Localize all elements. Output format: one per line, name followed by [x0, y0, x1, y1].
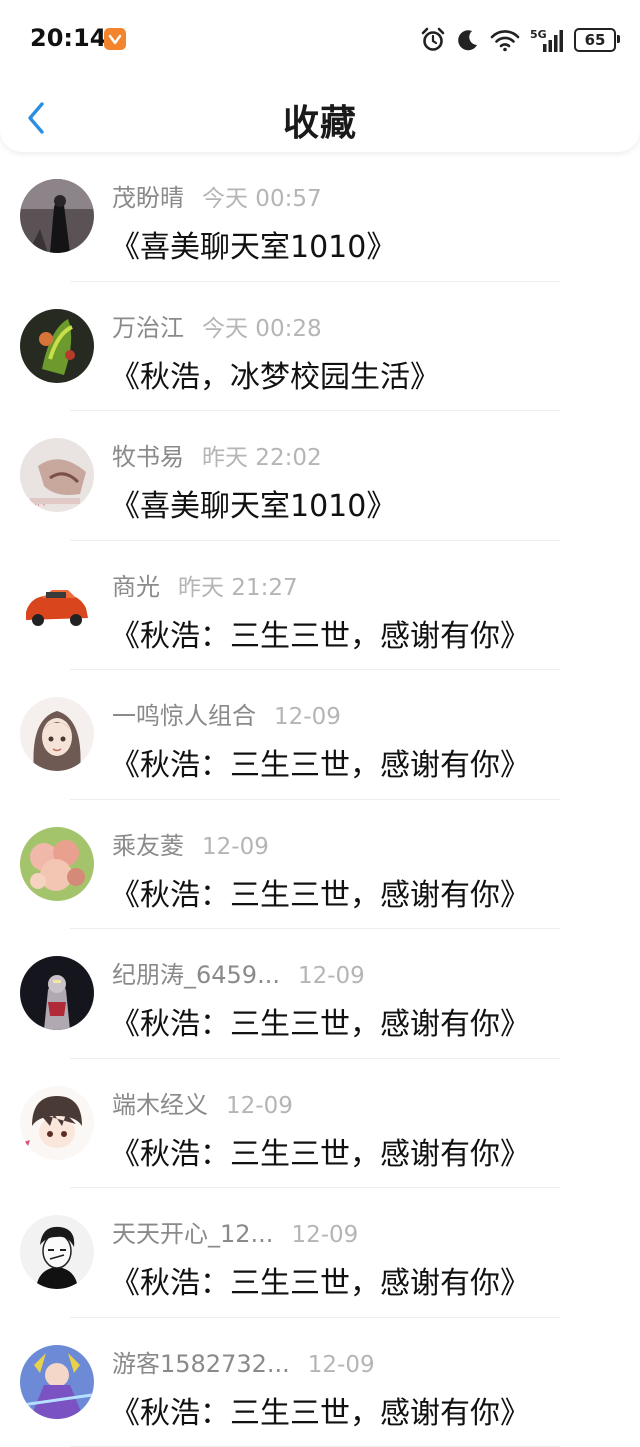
timestamp: 今天 00:28: [202, 309, 322, 343]
item-meta: 一鸣惊人组合 12-09: [112, 696, 341, 728]
item-meta: 乘友菱 12-09: [112, 826, 269, 858]
favorite-item[interactable]: 天天开心_12... 12-09 《秋浩：三生三世，感谢有你》: [0, 1188, 640, 1318]
favorite-item[interactable]: 端木经义 12-09 《秋浩：三生三世，感谢有你》: [0, 1059, 640, 1189]
wifi-icon: [490, 28, 520, 52]
avatar[interactable]: [20, 309, 94, 383]
room-name[interactable]: 《喜美聊天室1010》: [110, 222, 396, 266]
alarm-icon: [420, 27, 446, 53]
status-bar: 20:14 5G: [0, 0, 640, 80]
username: 乘友菱: [112, 826, 184, 861]
room-name[interactable]: 《秋浩：三生三世，感谢有你》: [110, 1258, 530, 1302]
item-meta: 商光昨天 21:27: [112, 567, 298, 599]
favorite-item[interactable]: 万治江今天 00:28 《秋浩，冰梦校园生活》: [0, 282, 640, 412]
avatar[interactable]: [20, 827, 94, 901]
favorite-item[interactable]: 游客1582732... 12-09 《秋浩：三生三世，感谢有你》: [0, 1318, 640, 1447]
app-notification-icon: [104, 28, 126, 50]
favorite-item[interactable]: 一鸣惊人组合 12-09 《秋浩：三生三世，感谢有你》: [0, 670, 640, 800]
room-name[interactable]: 《秋浩：三生三世，感谢有你》: [110, 740, 530, 784]
room-name[interactable]: 《秋浩，冰梦校园生活》: [110, 352, 440, 396]
item-meta: 万治江今天 00:28: [112, 308, 322, 340]
moon-icon: [456, 28, 480, 52]
avatar[interactable]: [20, 1345, 94, 1419]
username: 纪朋涛_6459...: [112, 955, 280, 990]
timestamp: 12-09: [308, 1352, 375, 1378]
page-title: 收藏: [0, 94, 640, 146]
avatar[interactable]: [20, 1215, 94, 1289]
timestamp: 今天 00:57: [202, 179, 322, 213]
item-meta: 端木经义 12-09: [112, 1085, 293, 1117]
item-meta: 纪朋涛_6459... 12-09: [112, 955, 365, 987]
timestamp: 12-09: [202, 834, 269, 860]
avatar[interactable]: [20, 956, 94, 1030]
username: 茂盼晴: [112, 178, 184, 213]
item-meta: 天天开心_12... 12-09: [112, 1214, 358, 1246]
username: 天天开心_12...: [112, 1214, 273, 1249]
username: 牧书易: [112, 437, 184, 472]
favorite-item[interactable]: 茂盼晴今天 00:57 《喜美聊天室1010》: [0, 152, 640, 282]
avatar[interactable]: [20, 1086, 94, 1160]
username: 商光: [112, 567, 160, 602]
avatar[interactable]: ·· ·: [20, 438, 94, 512]
timestamp: 12-09: [291, 1222, 358, 1248]
svg-text:·· ·: ·· ·: [34, 501, 45, 511]
timestamp: 12-09: [226, 1093, 293, 1119]
timestamp: 12-09: [274, 704, 341, 730]
timestamp: 12-09: [298, 963, 365, 989]
favorite-item[interactable]: ·· · 牧书易昨天 22:02 《喜美聊天室1010》: [0, 411, 640, 541]
favorite-item[interactable]: 商光昨天 21:27 《秋浩：三生三世，感谢有你》: [0, 541, 640, 671]
avatar[interactable]: [20, 568, 94, 642]
username: 端木经义: [112, 1085, 208, 1120]
room-name[interactable]: 《秋浩：三生三世，感谢有你》: [110, 1129, 530, 1173]
avatar[interactable]: [20, 697, 94, 771]
item-meta: 牧书易昨天 22:02: [112, 437, 322, 469]
room-name[interactable]: 《秋浩：三生三世，感谢有你》: [110, 870, 530, 914]
timestamp: 昨天 21:27: [178, 568, 298, 602]
favorites-list: 茂盼晴今天 00:57《喜美聊天室1010》万治江今天 00:28《秋浩，冰梦校…: [0, 152, 640, 1447]
room-name[interactable]: 《秋浩：三生三世，感谢有你》: [110, 1388, 530, 1432]
room-name[interactable]: 《秋浩：三生三世，感谢有你》: [110, 611, 530, 655]
status-time: 20:14: [30, 24, 106, 52]
nav-bar: 收藏: [0, 80, 640, 152]
battery-level: 65: [585, 31, 606, 49]
username: 一鸣惊人组合: [112, 696, 256, 731]
room-name[interactable]: 《秋浩：三生三世，感谢有你》: [110, 999, 530, 1043]
app-header: 20:14 5G: [0, 0, 640, 152]
username: 游客1582732...: [112, 1344, 290, 1379]
username: 万治江: [112, 308, 184, 343]
item-meta: 茂盼晴今天 00:57: [112, 178, 322, 210]
favorite-item[interactable]: 乘友菱 12-09 《秋浩：三生三世，感谢有你》: [0, 800, 640, 930]
favorite-item[interactable]: 纪朋涛_6459... 12-09 《秋浩：三生三世，感谢有你》: [0, 929, 640, 1059]
item-meta: 游客1582732... 12-09: [112, 1344, 375, 1376]
network-label: 5G: [530, 28, 547, 41]
signal-icon: 5G: [530, 27, 564, 53]
avatar[interactable]: [20, 179, 94, 253]
status-icons: 5G 65: [420, 26, 616, 54]
room-name[interactable]: 《喜美聊天室1010》: [110, 481, 396, 525]
timestamp: 昨天 22:02: [202, 438, 322, 472]
battery-icon: 65: [574, 28, 616, 52]
